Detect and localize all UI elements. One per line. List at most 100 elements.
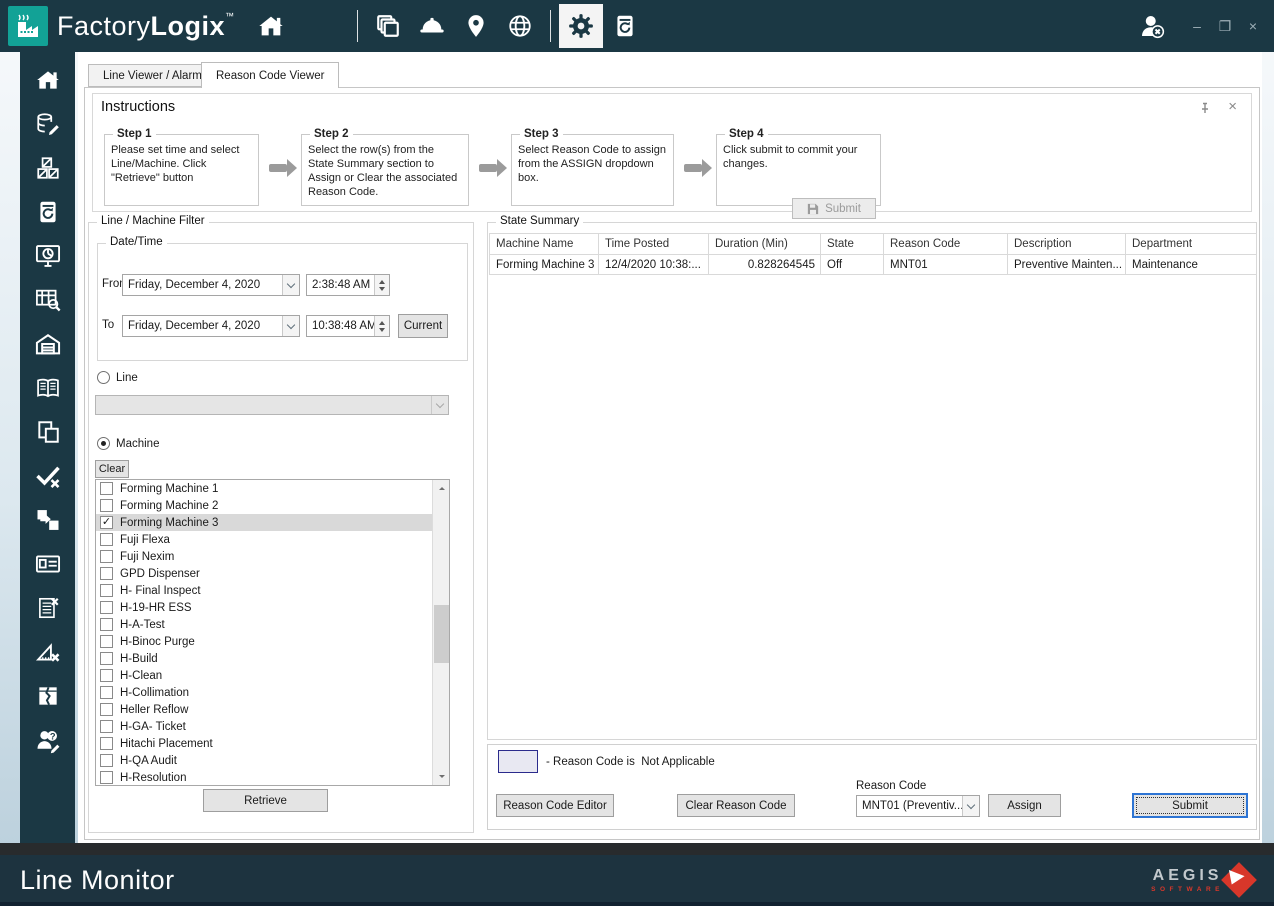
settings-gear-icon[interactable]	[559, 4, 603, 48]
machine-checkbox[interactable]	[100, 652, 113, 665]
database-edit-icon[interactable]	[33, 110, 63, 138]
main-area: Line Viewer / Alarms Reason Code Viewer …	[78, 52, 1262, 843]
machine-list-item[interactable]: H-A-Test	[96, 616, 449, 633]
step-submit-button[interactable]: Submit	[792, 198, 876, 219]
retrieve-button[interactable]: Retrieve	[203, 789, 328, 812]
table-row[interactable]: Forming Machine 312/4/2020 10:38:...0.82…	[490, 255, 1257, 275]
machine-checkbox[interactable]	[100, 550, 113, 563]
close-icon[interactable]: ×	[1228, 98, 1237, 115]
machine-checkbox[interactable]	[100, 703, 113, 716]
from-time-spinner[interactable]: 2:38:48 AM	[306, 274, 390, 296]
documents-icon[interactable]	[366, 4, 410, 48]
machine-checkbox[interactable]	[100, 567, 113, 580]
close-button[interactable]: ×	[1242, 15, 1264, 37]
home-icon[interactable]	[249, 4, 293, 48]
machine-list-item[interactable]: H- Final Inspect	[96, 582, 449, 599]
maximize-button[interactable]: ❐	[1214, 15, 1236, 37]
assign-button[interactable]: Assign	[988, 794, 1061, 817]
machine-checkbox[interactable]	[100, 686, 113, 699]
machine-list-item[interactable]: ✓Forming Machine 3	[96, 514, 449, 531]
tab-label: Reason Code Viewer	[216, 70, 324, 82]
warehouse-icon[interactable]	[33, 330, 63, 358]
machine-checkbox[interactable]	[100, 720, 113, 733]
step-text: Please set time and select Line/Machine.…	[111, 143, 252, 185]
current-button[interactable]: Current	[398, 314, 448, 338]
chevron-down-icon[interactable]	[282, 316, 299, 336]
machine-list-item[interactable]: H-Binoc Purge	[96, 633, 449, 650]
line-radio-label: Line	[116, 372, 138, 384]
open-book-icon[interactable]	[33, 374, 63, 402]
machine-list-item[interactable]: H-19-HR ESS	[96, 599, 449, 616]
to-time-spinner[interactable]: 10:38:48 AM	[306, 315, 390, 337]
scroll-down-icon[interactable]	[433, 768, 450, 785]
user-question-icon[interactable]: ?	[33, 726, 63, 754]
device-restore-icon[interactable]	[603, 4, 647, 48]
spinner-arrows-icon[interactable]	[374, 316, 389, 336]
machine-checkbox[interactable]	[100, 482, 113, 495]
machine-radio[interactable]	[97, 437, 110, 450]
hardhat-icon[interactable]	[410, 4, 454, 48]
table-search-icon[interactable]	[33, 286, 63, 314]
machine-checkbox[interactable]	[100, 669, 113, 682]
machine-list-item[interactable]: Fuji Flexa	[96, 531, 449, 548]
reason-code-select[interactable]: MNT01 (Preventiv...	[856, 795, 980, 817]
reason-code-editor-button[interactable]: Reason Code Editor	[496, 794, 614, 817]
scrollbar-thumb[interactable]	[434, 605, 449, 663]
application-window: FactoryLogix™	[0, 0, 1274, 906]
tab-reason-code-viewer[interactable]: Reason Code Viewer	[201, 62, 339, 88]
copy-pages-icon[interactable]	[33, 418, 63, 446]
check-x-icon[interactable]	[33, 462, 63, 490]
user-logout-icon[interactable]	[1130, 4, 1174, 48]
checklist-x-icon[interactable]	[33, 594, 63, 622]
transfer-boxes-icon[interactable]	[33, 506, 63, 534]
id-card-icon[interactable]	[33, 550, 63, 578]
machine-list-item[interactable]: H-Collimation	[96, 684, 449, 701]
machine-checkbox[interactable]	[100, 618, 113, 631]
machine-list-item[interactable]: H-Build	[96, 650, 449, 667]
machine-list-item[interactable]: Fuji Nexim	[96, 548, 449, 565]
machine-list-item[interactable]: Hitachi Placement	[96, 735, 449, 752]
machine-checkbox[interactable]	[100, 584, 113, 597]
machine-label: H-A-Test	[120, 619, 165, 631]
damaged-package-icon[interactable]	[33, 682, 63, 710]
reason-code-label: Reason Code	[856, 780, 926, 792]
machine-list-item[interactable]: H-Clean	[96, 667, 449, 684]
machine-list-item[interactable]: GPD Dispenser	[96, 565, 449, 582]
ruler-x-icon[interactable]	[33, 638, 63, 666]
globe-icon[interactable]	[498, 4, 542, 48]
monitor-chart-icon[interactable]	[33, 242, 63, 270]
spinner-arrows-icon[interactable]	[374, 275, 389, 295]
machine-checkbox[interactable]	[100, 533, 113, 546]
machine-checkbox[interactable]	[100, 635, 113, 648]
from-date-select[interactable]: Friday, December 4, 2020	[122, 274, 300, 296]
machine-checkbox[interactable]	[100, 499, 113, 512]
chevron-down-icon[interactable]	[962, 796, 979, 816]
machine-checkbox[interactable]	[100, 771, 113, 784]
machine-list-item[interactable]: Forming Machine 2	[96, 497, 449, 514]
machine-list-item[interactable]: H-Resolution	[96, 769, 449, 786]
chevron-down-icon[interactable]	[282, 275, 299, 295]
machine-checkbox[interactable]: ✓	[100, 516, 113, 529]
machine-list-item[interactable]: Heller Reflow	[96, 701, 449, 718]
machine-checkbox[interactable]	[100, 737, 113, 750]
pallet-boxes-icon[interactable]	[33, 154, 63, 182]
clear-reason-code-button[interactable]: Clear Reason Code	[677, 794, 795, 817]
line-select[interactable]	[95, 395, 449, 415]
group-legend: State Summary	[496, 215, 583, 227]
home-icon[interactable]	[33, 66, 63, 94]
scroll-up-icon[interactable]	[433, 480, 450, 497]
machine-list-scrollbar[interactable]	[432, 480, 449, 785]
location-pin-icon[interactable]	[454, 4, 498, 48]
machine-list-item[interactable]: Forming Machine 1	[96, 480, 449, 497]
submit-button[interactable]: Submit	[1132, 793, 1248, 818]
line-radio[interactable]	[97, 371, 110, 384]
device-restore-icon[interactable]	[33, 198, 63, 226]
machine-list-item[interactable]: H-GA- Ticket	[96, 718, 449, 735]
machine-checkbox[interactable]	[100, 754, 113, 767]
to-date-select[interactable]: Friday, December 4, 2020	[122, 315, 300, 337]
machine-list-item[interactable]: H-QA Audit	[96, 752, 449, 769]
clear-button[interactable]: Clear	[95, 460, 129, 478]
machine-checkbox[interactable]	[100, 601, 113, 614]
pin-icon[interactable]	[1199, 102, 1211, 114]
minimize-button[interactable]: –	[1186, 15, 1208, 37]
